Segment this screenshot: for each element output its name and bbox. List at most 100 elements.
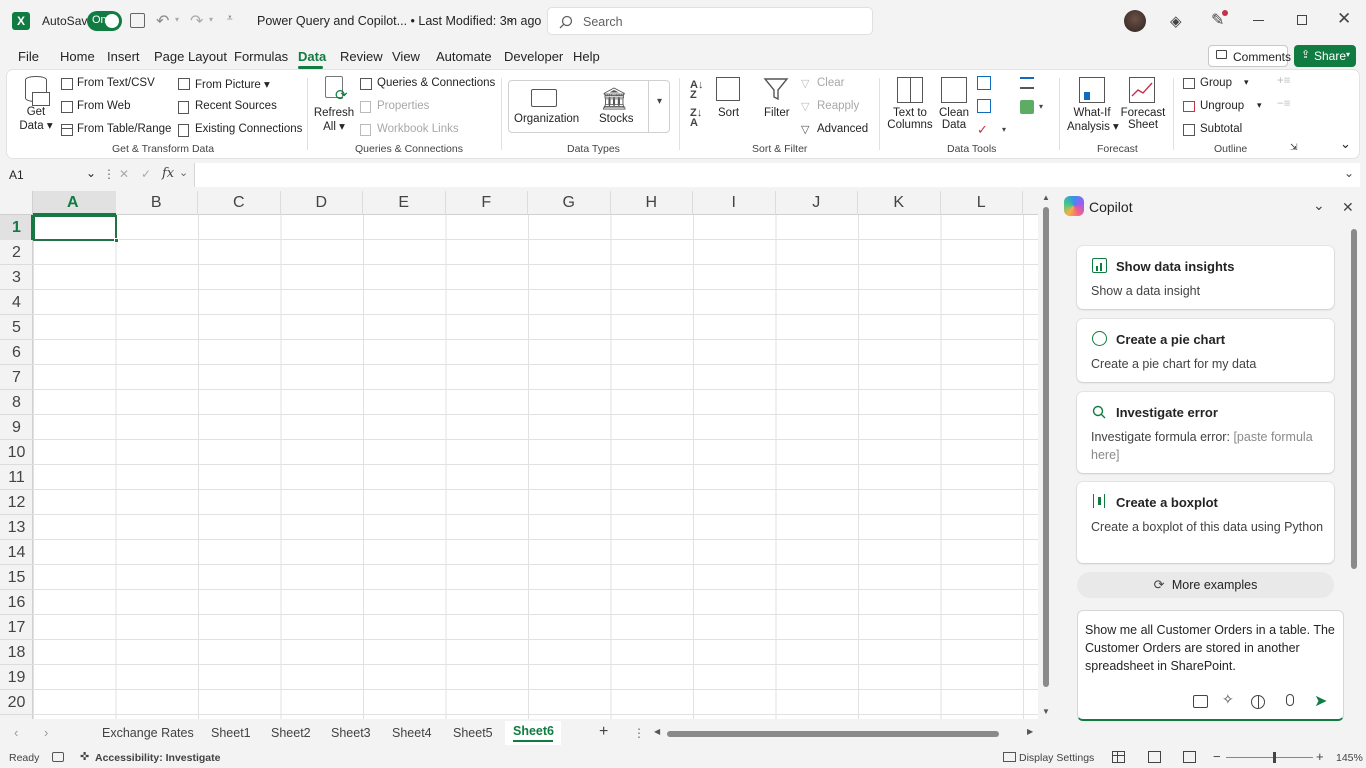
prompt-input[interactable]: Show me all Customer Orders in a table. …	[1085, 621, 1338, 675]
image-attach-icon[interactable]	[1193, 695, 1208, 708]
column-header-j[interactable]: J	[776, 191, 858, 215]
document-title[interactable]: Power Query and Copilot... • Last Modifi…	[257, 14, 541, 28]
pane-options-chevron-icon[interactable]: ⌄	[1313, 197, 1325, 214]
menu-insert[interactable]: Insert	[107, 49, 140, 64]
sheet-tab-sheet2[interactable]: Sheet2	[271, 726, 311, 740]
minimize-icon[interactable]	[1253, 20, 1264, 21]
column-header-f[interactable]: F	[446, 191, 528, 215]
sort-button[interactable]: Sort	[718, 107, 739, 119]
show-detail-icon[interactable]: +≡	[1277, 75, 1290, 87]
row-header-2[interactable]: 2	[0, 240, 33, 265]
menu-home[interactable]: Home	[60, 49, 95, 64]
outline-launcher-icon[interactable]: ⇲	[1290, 142, 1298, 153]
row-header-4[interactable]: 4	[0, 290, 33, 315]
suggestion-card-investigate-error[interactable]: Investigate error Investigate formula er…	[1077, 392, 1334, 473]
collapse-ribbon-icon[interactable]: ⌄	[1340, 136, 1351, 152]
cancel-icon[interactable]: ✕	[119, 167, 129, 181]
queries-connections-button[interactable]: Queries & Connections	[377, 77, 495, 89]
globe-icon[interactable]	[1251, 695, 1265, 709]
comments-button[interactable]: Comments	[1208, 45, 1291, 67]
name-box[interactable]: A1 ⌄	[6, 164, 98, 186]
save-icon[interactable]	[130, 13, 145, 28]
close-pane-icon[interactable]: ✕	[1342, 199, 1354, 216]
send-icon[interactable]: ➤	[1314, 691, 1327, 711]
fx-chevron-icon[interactable]: ⌄	[179, 166, 188, 179]
consolidate-icon[interactable]	[1020, 77, 1034, 89]
menu-file[interactable]: File	[18, 49, 39, 64]
row-header-10[interactable]: 10	[0, 440, 33, 465]
add-sheet-icon[interactable]: +	[599, 723, 608, 741]
text-to-columns-button[interactable]: Text to Columns	[885, 107, 935, 131]
menu-page-layout[interactable]: Page Layout	[154, 49, 227, 64]
menu-review[interactable]: Review	[340, 49, 383, 64]
redo-dropdown-icon[interactable]: ▾	[209, 15, 213, 24]
data-model-chevron-icon[interactable]: ▾	[1039, 102, 1043, 111]
accessibility-status[interactable]: Accessibility: Investigate	[95, 752, 220, 764]
recent-sources-button[interactable]: Recent Sources	[195, 100, 277, 112]
row-header-17[interactable]: 17	[0, 615, 33, 640]
microphone-icon[interactable]	[1286, 694, 1294, 706]
filter-button[interactable]: Filter	[764, 107, 790, 119]
sort-za-icon[interactable]: Z↓ A	[690, 108, 702, 129]
subtotal-button[interactable]: Subtotal	[1200, 123, 1242, 135]
share-button[interactable]: ⇪ Share ▾	[1294, 45, 1356, 67]
from-picture-button[interactable]: From Picture ▾	[195, 77, 270, 91]
formula-input[interactable]	[194, 163, 1360, 187]
hscroll-right-icon[interactable]: ▶	[1027, 727, 1033, 736]
more-options-icon[interactable]: ⋮	[103, 167, 115, 181]
menu-view[interactable]: View	[392, 49, 420, 64]
row-header-12[interactable]: 12	[0, 490, 33, 515]
column-header-d[interactable]: D	[281, 191, 363, 215]
row-header-13[interactable]: 13	[0, 515, 33, 540]
scroll-up-icon[interactable]: ▲	[1042, 193, 1050, 202]
enter-icon[interactable]: ✓	[141, 167, 151, 181]
column-header-b[interactable]: B	[116, 191, 198, 215]
row-header-9[interactable]: 9	[0, 415, 33, 440]
diamond-icon[interactable]: ◈	[1170, 12, 1182, 30]
row-header-11[interactable]: 11	[0, 465, 33, 490]
column-header-l[interactable]: L	[941, 191, 1023, 215]
menu-developer[interactable]: Developer	[504, 49, 563, 64]
advanced-button[interactable]: Advanced	[817, 123, 868, 135]
zoom-level[interactable]: 145%	[1336, 752, 1363, 764]
clean-data-button[interactable]: Clean Data	[935, 107, 973, 131]
suggestion-card-boxplot[interactable]: Create a boxplot Create a boxplot of thi…	[1077, 482, 1334, 563]
column-header-g[interactable]: G	[528, 191, 611, 215]
sheet-tab-sheet4[interactable]: Sheet4	[392, 726, 432, 740]
ungroup-button[interactable]: Ungroup	[1200, 100, 1244, 112]
undo-dropdown-icon[interactable]: ▾	[175, 15, 179, 24]
menu-formulas[interactable]: Formulas	[234, 49, 288, 64]
suggestion-card-insights[interactable]: Show data insights Show a data insight	[1077, 246, 1334, 309]
row-header-16[interactable]: 16	[0, 590, 33, 615]
data-model-icon[interactable]	[1020, 100, 1034, 114]
display-settings-button[interactable]: Display Settings	[1019, 752, 1094, 764]
hide-detail-icon[interactable]: −≡	[1277, 98, 1290, 110]
redo-icon[interactable]: ↷	[190, 11, 203, 31]
fill-handle[interactable]	[114, 238, 119, 243]
page-break-view-icon[interactable]	[1183, 751, 1196, 763]
zoom-in-icon[interactable]: +	[1316, 749, 1324, 764]
close-window-icon[interactable]: ✕	[1337, 9, 1351, 29]
forecast-sheet-button[interactable]: Forecast Sheet	[1119, 107, 1167, 131]
existing-connections-button[interactable]: Existing Connections	[195, 123, 302, 135]
column-header-k[interactable]: K	[858, 191, 941, 215]
row-header-5[interactable]: 5	[0, 315, 33, 340]
title-chevron-icon[interactable]: ⌄	[506, 12, 515, 25]
sort-az-icon[interactable]: A↓ Z	[690, 80, 703, 101]
row-header-7[interactable]: 7	[0, 365, 33, 390]
menu-automate[interactable]: Automate	[436, 49, 492, 64]
expand-formula-icon[interactable]: ⌄	[1344, 166, 1354, 180]
cells-area[interactable]	[33, 215, 1038, 719]
prev-sheet-icon[interactable]: ‹	[14, 725, 18, 740]
data-validation-chevron-icon[interactable]: ▾	[1002, 125, 1006, 134]
tabs-more-icon[interactable]: ⋮	[633, 726, 645, 740]
sheet-tab-sheet3[interactable]: Sheet3	[331, 726, 371, 740]
suggestion-card-pie-chart[interactable]: Create a pie chart Create a pie chart fo…	[1077, 319, 1334, 382]
page-layout-view-icon[interactable]	[1148, 751, 1161, 763]
zoom-slider-thumb[interactable]	[1273, 752, 1276, 763]
row-header-20[interactable]: 20	[0, 690, 33, 715]
prompt-box[interactable]: Show me all Customer Orders in a table. …	[1077, 610, 1344, 721]
from-text-csv-button[interactable]: From Text/CSV	[77, 77, 155, 89]
menu-data[interactable]: Data	[298, 49, 326, 64]
reapply-button[interactable]: Reapply	[817, 100, 859, 112]
